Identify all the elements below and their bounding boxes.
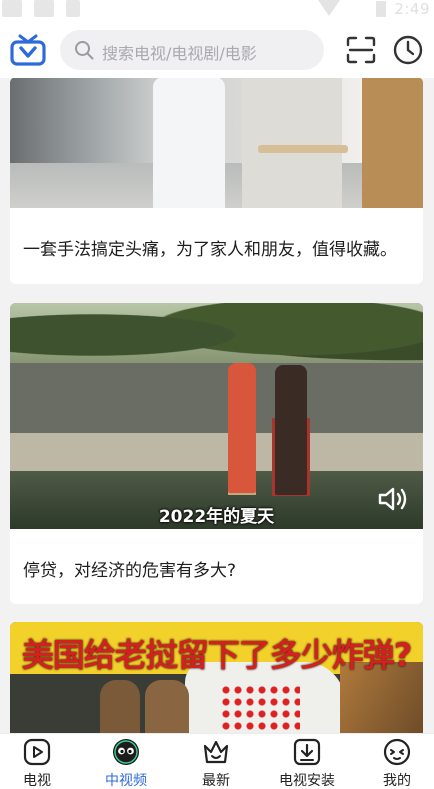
download-icon — [293, 738, 321, 766]
thumbnail-headline: 美国给老挝留下了多少炸弹? — [21, 636, 413, 674]
search-input[interactable]: 搜索电视/电视剧/电影 — [60, 30, 324, 70]
volume-icon[interactable] — [377, 486, 409, 512]
status-app-icon — [66, 0, 80, 17]
status-time: 2:49 — [394, 0, 430, 18]
nav-label: 电视 — [23, 773, 51, 789]
nav-tab-tv[interactable]: 电视 — [0, 734, 80, 789]
nav-label: 我的 — [383, 773, 411, 789]
video-card[interactable]: 2022年的夏天 停贷，对经济的危害有多大? — [10, 303, 423, 604]
face-icon — [383, 738, 411, 766]
bottom-nav: 电视 中视频 最新 电视安装 我的 — [0, 733, 434, 789]
nav-tab-tv-install[interactable]: 电视安装 — [264, 734, 350, 789]
nav-tab-mid-video[interactable]: 中视频 — [83, 734, 169, 789]
clock-icon[interactable] — [392, 34, 424, 66]
tv-logo-icon[interactable] — [10, 34, 46, 66]
video-card[interactable]: 美国给老挝留下了多少炸弹? — [10, 622, 423, 733]
battery-icon — [376, 1, 386, 17]
nav-tab-latest[interactable]: 最新 — [173, 734, 259, 789]
nav-label: 中视频 — [105, 773, 147, 789]
nav-label: 电视安装 — [279, 773, 335, 789]
video-caption: 2022年的夏天 — [158, 507, 275, 527]
video-thumbnail[interactable]: 美国给老挝留下了多少炸弹? — [10, 622, 423, 733]
status-bar: 2:49 — [0, 0, 434, 22]
scan-icon[interactable] — [346, 36, 376, 64]
video-player[interactable]: 2022年的夏天 — [10, 303, 423, 529]
video-title[interactable]: 停贷，对经济的危害有多大? — [23, 556, 236, 581]
nav-label: 最新 — [202, 773, 230, 789]
video-card[interactable]: 一套手法搞定头痛，为了家人和朋友，值得收藏。 — [10, 78, 423, 284]
video-thumbnail[interactable] — [10, 78, 423, 208]
video-title[interactable]: 一套手法搞定头痛，为了家人和朋友，值得收藏。 — [23, 235, 397, 260]
mascot-icon — [113, 739, 139, 765]
status-notification-icon — [2, 0, 22, 17]
top-header: 搜索电视/电视剧/电影 — [0, 22, 434, 78]
crown-icon — [203, 740, 229, 764]
status-notification-icon — [34, 0, 54, 17]
nav-tab-mine[interactable]: 我的 — [354, 734, 434, 789]
wifi-icon — [318, 0, 340, 16]
video-feed[interactable]: 一套手法搞定头痛，为了家人和朋友，值得收藏。 2022年的夏天 停贷，对经济的危… — [0, 78, 434, 733]
search-icon — [75, 41, 94, 60]
play-icon — [23, 738, 51, 766]
search-placeholder: 搜索电视/电视剧/电影 — [102, 44, 257, 63]
